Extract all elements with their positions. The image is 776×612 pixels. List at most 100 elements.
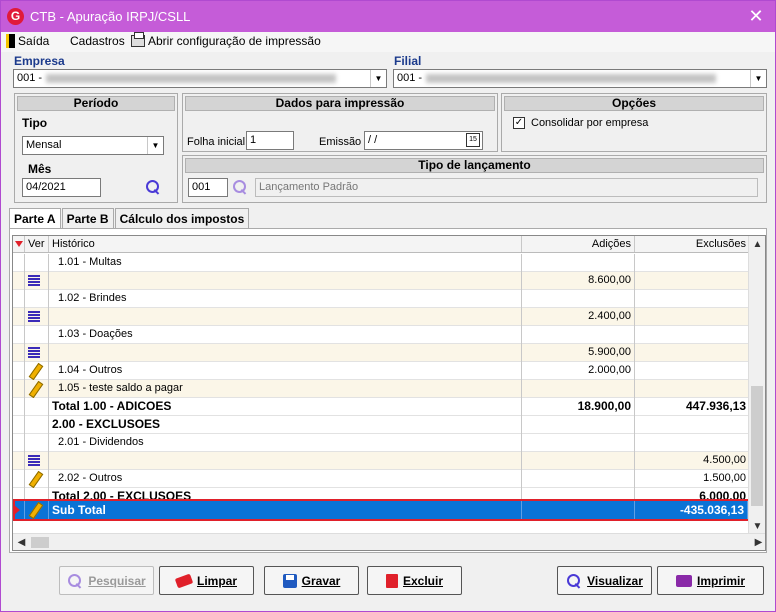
table-row[interactable]: 2.02 - Outros 1.500,00 xyxy=(13,470,750,488)
close-button[interactable]: ✕ xyxy=(743,4,769,28)
initial-sheet-input[interactable]: 1 xyxy=(246,131,294,150)
tab-part-a[interactable]: Parte A xyxy=(9,208,61,230)
row-exclusions-cell xyxy=(635,416,750,434)
column-header-history[interactable]: Histórico xyxy=(49,236,522,252)
view-button-label: Visualizar xyxy=(587,573,643,588)
vertical-scroll-thumb[interactable] xyxy=(751,386,763,506)
period-type-dropdown-arrow-icon[interactable]: ▼ xyxy=(147,137,163,154)
search-button[interactable]: Pesquisar xyxy=(59,566,154,595)
row-history-cell: 2.02 - Outros xyxy=(49,470,522,488)
row-view-cell xyxy=(25,326,49,344)
table-row[interactable]: 5.900,00 xyxy=(13,344,750,362)
row-indicator-cell xyxy=(13,308,25,326)
current-row-arrow-icon xyxy=(14,505,20,515)
row-additions-cell xyxy=(522,254,635,272)
row-view-cell xyxy=(25,470,49,488)
period-group: Período Tipo Mensal ▼ Mês 04/2021 xyxy=(14,93,178,203)
issue-date-value: / / xyxy=(368,134,378,146)
row-indicator-cell xyxy=(13,290,25,308)
row-history-cell: 1.04 - Outros xyxy=(49,362,522,380)
edit-pencil-icon[interactable] xyxy=(28,503,42,517)
row-exclusions-cell: 4.500,00 xyxy=(635,452,750,470)
entry-type-search-icon[interactable] xyxy=(232,179,248,195)
table-row[interactable]: 8.600,00 xyxy=(13,272,750,290)
table-row[interactable]: 1.02 - Brindes xyxy=(13,290,750,308)
table-row[interactable]: 1.05 - teste saldo a pagar xyxy=(13,380,750,398)
menu-print-config-label: Abrir configuração de impressão xyxy=(148,34,321,48)
save-button-label: Gravar xyxy=(301,573,341,588)
details-list-icon[interactable] xyxy=(28,274,41,287)
calculation-grid[interactable]: Ver Histórico Adições Exclusões 1.01 - M… xyxy=(12,235,766,551)
horizontal-scroll-thumb[interactable] xyxy=(31,537,49,548)
table-row[interactable]: Total 1.00 - ADICOES 18.900,00 447.936,13 xyxy=(13,398,750,416)
row-exclusions-cell xyxy=(635,254,750,272)
row-indicator-cell xyxy=(13,272,25,290)
delete-button-label: Excluir xyxy=(402,573,444,588)
row-history-cell: 2.01 - Dividendos xyxy=(49,434,522,452)
table-row[interactable]: 1.01 - Multas xyxy=(13,254,750,272)
table-row[interactable]: 4.500,00 xyxy=(13,452,750,470)
company-dropdown-arrow-icon[interactable]: ▼ xyxy=(370,70,386,87)
subtotal-view-cell[interactable] xyxy=(25,501,49,519)
clear-button[interactable]: Limpar xyxy=(159,566,254,595)
column-header-exclusions[interactable]: Exclusões xyxy=(635,236,750,252)
menu-exit[interactable]: Saída xyxy=(6,34,49,48)
row-exclusions-cell xyxy=(635,344,750,362)
sort-indicator-icon xyxy=(15,241,23,247)
issue-date-label: Emissão xyxy=(319,136,362,148)
column-header-view[interactable]: Ver xyxy=(25,236,49,252)
edit-pencil-icon[interactable] xyxy=(28,472,42,486)
table-row[interactable]: 1.03 - Doações xyxy=(13,326,750,344)
row-additions-cell xyxy=(522,470,635,488)
save-button[interactable]: Gravar xyxy=(264,566,359,595)
vertical-scrollbar[interactable]: ▲ ▼ xyxy=(748,236,765,535)
print-button[interactable]: Imprimir xyxy=(657,566,764,595)
horizontal-scrollbar[interactable]: ◀ ▶ xyxy=(13,533,765,550)
subtotal-row[interactable]: Sub Total -435.036,13 xyxy=(13,499,750,521)
scroll-up-icon[interactable]: ▲ xyxy=(749,236,765,253)
branch-dropdown-arrow-icon[interactable]: ▼ xyxy=(750,70,766,87)
period-type-select[interactable]: Mensal ▼ xyxy=(22,136,164,155)
menu-print-config[interactable]: Abrir configuração de impressão xyxy=(131,32,321,48)
month-search-icon[interactable] xyxy=(145,179,161,195)
edit-pencil-icon[interactable] xyxy=(28,382,42,396)
table-row[interactable]: 2.01 - Dividendos xyxy=(13,434,750,452)
tab-tax-calculation[interactable]: Cálculo dos impostos xyxy=(114,208,250,229)
floppy-disk-icon xyxy=(282,573,297,588)
menu-registrations-label: Cadastros xyxy=(70,34,125,48)
details-list-icon[interactable] xyxy=(28,454,41,467)
branch-select[interactable]: 001 - ▼ xyxy=(393,69,767,88)
scroll-left-icon[interactable]: ◀ xyxy=(13,534,30,550)
subtotal-additions xyxy=(522,501,635,519)
row-indicator-cell xyxy=(13,452,25,470)
consolidate-checkbox[interactable]: ✓ xyxy=(513,117,525,129)
row-view-cell xyxy=(25,398,49,416)
row-exclusions-cell xyxy=(635,434,750,452)
edit-pencil-icon[interactable] xyxy=(28,364,42,378)
view-button[interactable]: Visualizar xyxy=(557,566,652,595)
tab-part-b[interactable]: Parte B xyxy=(61,208,114,229)
row-history-cell: 1.05 - teste saldo a pagar xyxy=(49,380,522,398)
entry-type-description: Lançamento Padrão xyxy=(255,178,758,197)
table-row[interactable]: 2.00 - EXCLUSOES xyxy=(13,416,750,434)
scroll-right-icon[interactable]: ▶ xyxy=(750,534,765,550)
month-input[interactable]: 04/2021 xyxy=(22,178,101,197)
row-indicator-cell xyxy=(13,344,25,362)
column-header-additions[interactable]: Adições xyxy=(522,236,635,252)
row-view-cell xyxy=(25,434,49,452)
menu-registrations[interactable]: Cadastros xyxy=(70,34,125,48)
details-list-icon[interactable] xyxy=(28,310,41,323)
details-list-icon[interactable] xyxy=(28,346,41,359)
period-type-label: Tipo xyxy=(22,116,48,130)
entry-type-code-input[interactable]: 001 xyxy=(188,178,228,197)
table-row[interactable]: 2.400,00 xyxy=(13,308,750,326)
company-select[interactable]: 001 - ▼ xyxy=(13,69,387,88)
delete-button[interactable]: Excluir xyxy=(367,566,462,595)
issue-date-input[interactable]: / / 15 xyxy=(364,131,483,150)
row-exclusions-cell xyxy=(635,290,750,308)
table-row[interactable]: 1.04 - Outros 2.000,00 xyxy=(13,362,750,380)
row-history-cell: 2.00 - EXCLUSOES xyxy=(49,416,522,434)
print-data-header: Dados para impressão xyxy=(185,96,495,111)
window-title: CTB - Apuração IRPJ/CSLL xyxy=(30,9,191,24)
calendar-icon[interactable]: 15 xyxy=(466,133,480,147)
